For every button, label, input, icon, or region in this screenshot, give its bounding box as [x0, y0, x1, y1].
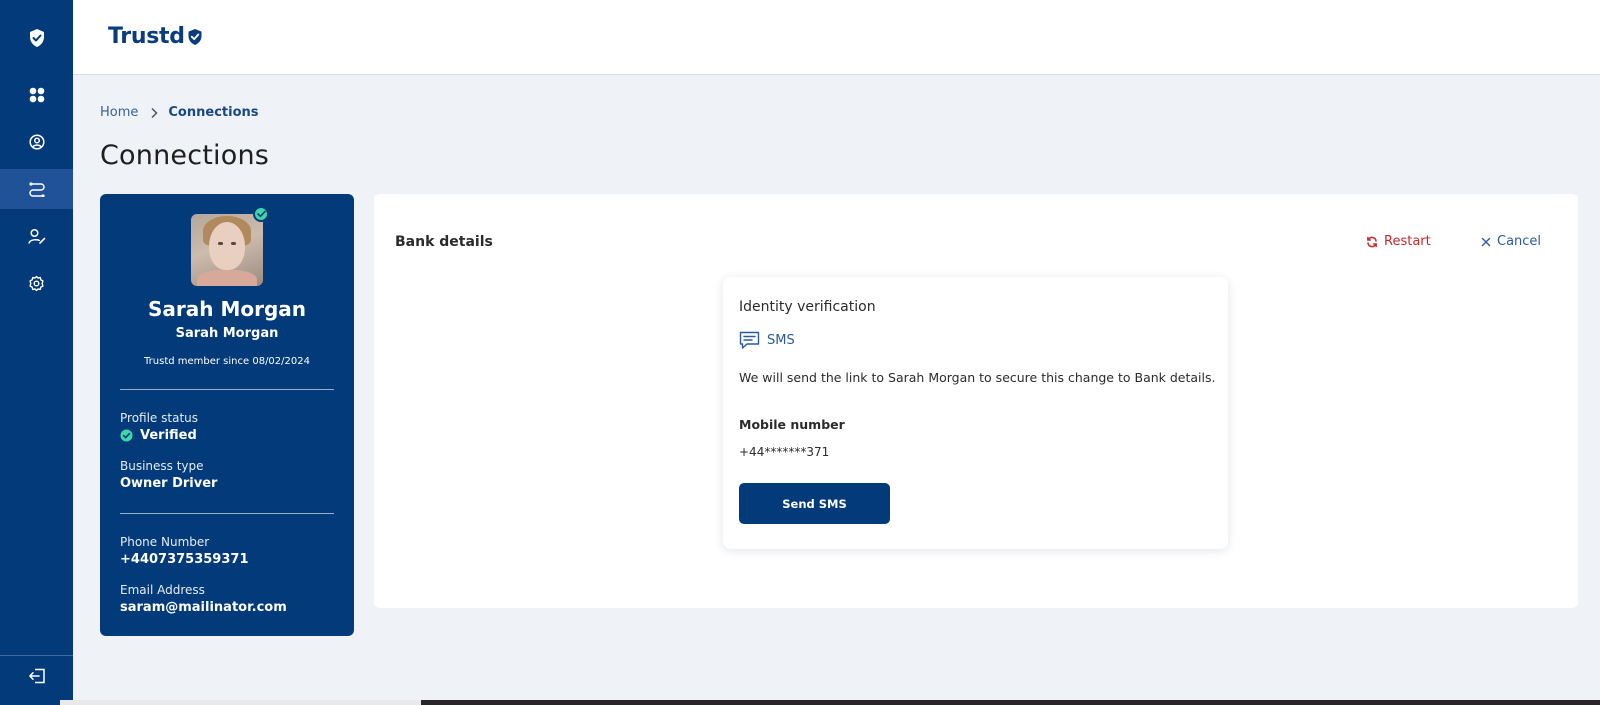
- member-since: Trustd member since 08/02/2024: [144, 356, 310, 367]
- phone-label: Phone Number: [120, 535, 210, 549]
- sms-method: SMS: [739, 331, 795, 350]
- profile-display-name: Sarah Morgan: [147, 297, 307, 321]
- sms-label: SMS: [767, 333, 795, 348]
- side-nav-rail: [0, 0, 73, 705]
- business-type-label: Business type: [120, 459, 204, 473]
- restart-button[interactable]: Restart: [1366, 234, 1431, 249]
- card-divider: [120, 389, 334, 390]
- profile-sub-name: Sarah Morgan: [175, 326, 279, 341]
- breadcrumb: Home Connections: [100, 105, 259, 120]
- trustd-logo[interactable]: Trustd: [108, 24, 203, 49]
- email-label: Email Address: [120, 583, 205, 597]
- check-circle-icon: [120, 429, 133, 442]
- breadcrumb-current: Connections: [168, 105, 259, 120]
- send-sms-button[interactable]: Send SMS: [739, 483, 890, 524]
- top-header: Trustd: [73, 0, 1600, 75]
- verified-check-icon: [253, 206, 269, 222]
- cancel-button[interactable]: Cancel: [1481, 234, 1541, 249]
- avatar: [191, 214, 263, 286]
- page-title: Connections: [100, 140, 270, 171]
- phone-value: +4407375359371: [120, 552, 249, 567]
- settings-icon: [29, 275, 44, 291]
- section-title: Bank details: [395, 234, 493, 250]
- shield-check-icon: [29, 29, 44, 47]
- rail-logout[interactable]: [0, 656, 73, 696]
- mobile-number-label: Mobile number: [739, 417, 845, 432]
- connections-icon: [28, 182, 45, 197]
- rail-connections[interactable]: [0, 169, 73, 209]
- dashboard-icon: [29, 87, 44, 103]
- logout-icon: [28, 668, 45, 684]
- card-divider: [120, 513, 334, 514]
- status-text: Verified: [140, 428, 197, 443]
- refresh-icon: [1367, 236, 1377, 247]
- user-circle-icon: [28, 134, 45, 150]
- shield-check-icon: [188, 28, 202, 45]
- rail-shield-check-icon[interactable]: [0, 18, 73, 58]
- email-value: saram@mailinator.com: [120, 600, 287, 615]
- chevron-right-icon: [150, 107, 158, 119]
- user-edit-icon: [27, 228, 45, 244]
- bank-details-panel: Bank details Restart Cancel Identity ver…: [374, 194, 1578, 608]
- rail-user-edit[interactable]: [0, 216, 73, 256]
- window-bottom-strip: [60, 700, 421, 705]
- logo-text: Trustd: [108, 24, 185, 49]
- identity-verification-card: Identity verification SMS We will send t…: [723, 277, 1228, 549]
- cancel-label: Cancel: [1497, 234, 1542, 249]
- chat-icon: [739, 331, 760, 349]
- verification-description: We will send the link to Sarah Morgan to…: [739, 370, 1216, 385]
- rail-settings[interactable]: [0, 263, 73, 303]
- profile-status-value: Verified: [120, 428, 197, 443]
- rail-dashboard[interactable]: [0, 75, 73, 115]
- rail-profile[interactable]: [0, 122, 73, 162]
- mobile-number-value: +44*******371: [739, 445, 830, 459]
- profile-status-label: Profile status: [120, 411, 198, 425]
- restart-label: Restart: [1384, 234, 1431, 249]
- business-type-value: Owner Driver: [120, 476, 218, 491]
- profile-card: Sarah Morgan Sarah Morgan Trustd member …: [100, 194, 354, 636]
- verification-title: Identity verification: [739, 299, 876, 315]
- window-bottom-strip-dark: [421, 700, 1600, 705]
- breadcrumb-home-link[interactable]: Home: [100, 105, 138, 120]
- close-icon: [1481, 237, 1491, 246]
